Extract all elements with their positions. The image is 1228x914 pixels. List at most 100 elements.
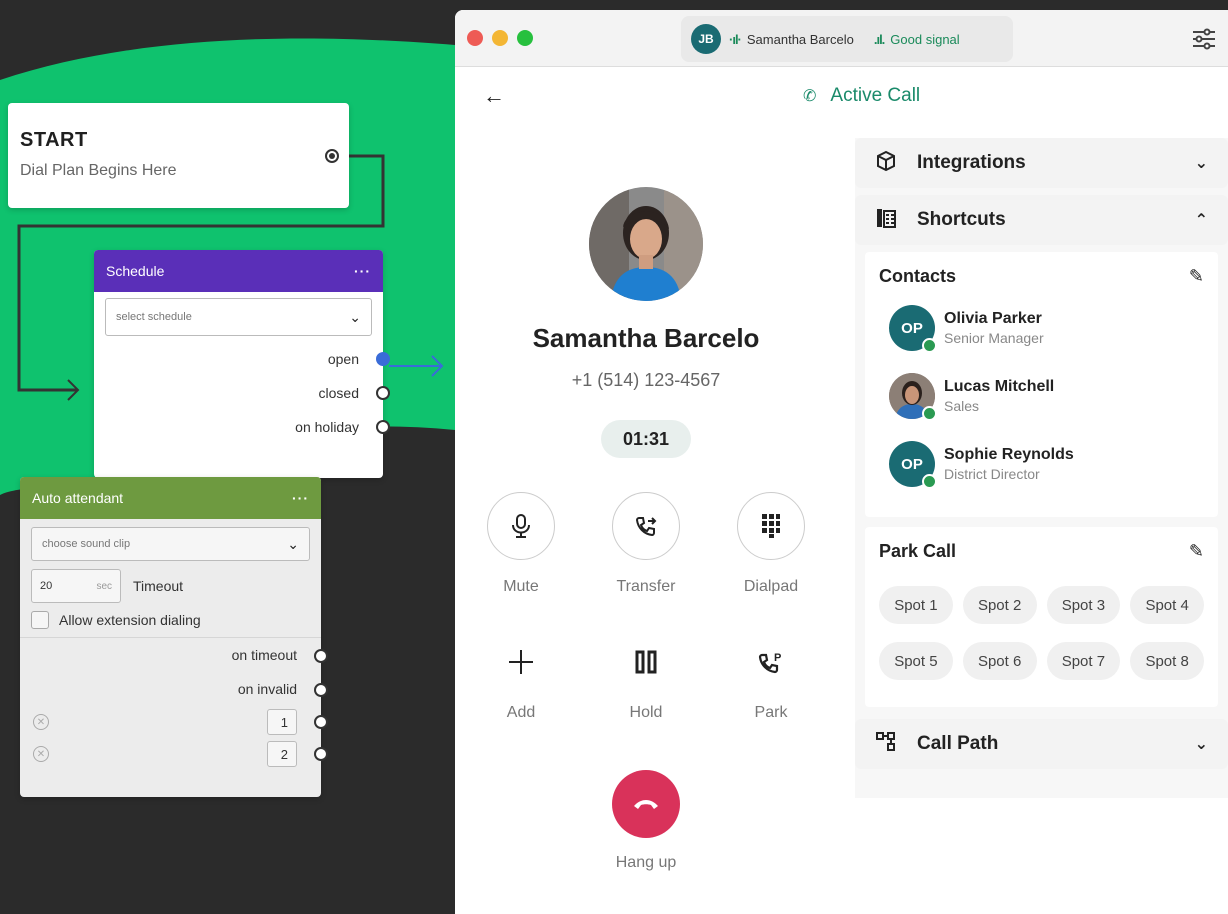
contact-item[interactable]: OP Olivia Parker Senior Manager <box>889 301 1204 355</box>
park-spot-button[interactable]: Spot 8 <box>1130 642 1204 680</box>
hold-icon <box>635 650 657 674</box>
hold-button[interactable] <box>612 628 680 696</box>
start-title: START <box>20 129 88 151</box>
sound-clip-select[interactable]: choose sound clip ⌄ <box>31 527 310 561</box>
dialpad-icon <box>762 514 780 538</box>
schedule-select[interactable]: select schedule ⌄ <box>105 298 372 336</box>
call-path-section-header[interactable]: Call Path ⌄ <box>855 719 1228 769</box>
call-app-window: JB ·ıl· Samantha Barcelo .ıl. Good signa… <box>455 10 1228 914</box>
start-node[interactable]: START Dial Plan Begins Here <box>8 103 349 208</box>
digit-row-2: ✕ 2 <box>20 738 328 770</box>
park-spot-button[interactable]: Spot 6 <box>962 642 1037 680</box>
audio-wave-icon: ·ıl· <box>729 31 742 47</box>
output-port[interactable] <box>314 747 328 761</box>
park-spot-button[interactable]: Spot 2 <box>962 586 1037 624</box>
park-spot-button[interactable]: Spot 1 <box>879 586 953 624</box>
maximize-window-button[interactable] <box>517 30 533 46</box>
chevron-down-icon: ⌄ <box>287 535 299 552</box>
timeout-input[interactable]: 20 sec <box>31 569 121 603</box>
caller-photo <box>589 187 703 301</box>
pencil-icon[interactable]: ✎ <box>1189 266 1204 287</box>
call-path-title: Call Path <box>917 733 999 754</box>
dialpad-label: Dialpad <box>743 578 799 595</box>
hangup-label: Hang up <box>615 854 677 871</box>
schedule-title: Schedule <box>106 263 165 279</box>
current-call-pill[interactable]: JB ·ıl· Samantha Barcelo .ıl. Good signa… <box>681 16 1013 62</box>
close-window-button[interactable] <box>467 30 483 46</box>
chevron-up-icon: ⌃ <box>1194 212 1208 229</box>
shortcuts-panel: Integrations ⌄ Shortcuts ⌃ Contacts ✎ OP… <box>855 138 1228 798</box>
schedule-menu-icon[interactable]: ··· <box>354 263 371 279</box>
dialpad-button[interactable] <box>737 492 805 560</box>
contact-item[interactable]: OP Sophie Reynolds District Director <box>889 437 1204 491</box>
mute-button[interactable] <box>487 492 555 560</box>
contact-item[interactable]: Lucas Mitchell Sales <box>889 369 1204 423</box>
mute-label: Mute <box>503 578 539 595</box>
park-icon: P <box>758 652 781 674</box>
svg-text:P: P <box>774 652 781 664</box>
signal-bars-icon: .ıl. <box>873 31 885 47</box>
output-port[interactable] <box>376 352 390 366</box>
integrations-section-header[interactable]: Integrations ⌄ <box>855 138 1228 188</box>
start-output-port[interactable] <box>325 149 339 163</box>
shortcuts-section-header[interactable]: Shortcuts ⌃ <box>855 195 1228 245</box>
auto-attendant-menu-icon[interactable]: ··· <box>292 490 309 506</box>
minimize-window-button[interactable] <box>492 30 508 46</box>
add-button[interactable] <box>487 628 555 696</box>
contacts-header: Contacts ✎ <box>879 266 1204 287</box>
output-port[interactable] <box>376 386 390 400</box>
timeout-label: Timeout <box>133 578 184 594</box>
hold-label: Hold <box>629 704 663 721</box>
schedule-header: Schedule ··· <box>94 250 383 292</box>
pencil-icon[interactable]: ✎ <box>1189 541 1204 562</box>
add-label: Add <box>506 704 536 721</box>
park-call-card: Park Call ✎ Spot 1 Spot 2 Spot 3 Spot 4 … <box>865 527 1218 707</box>
transfer-button[interactable] <box>612 492 680 560</box>
contact-avatar: OP <box>889 441 937 489</box>
contacts-title: Contacts <box>879 266 957 286</box>
dialpad-control: Dialpad <box>711 492 831 596</box>
contact-name: Olivia Parker <box>944 310 1042 327</box>
title-bar: JB ·ıl· Samantha Barcelo .ıl. Good signa… <box>455 10 1228 67</box>
schedule-select-placeholder: select schedule <box>116 311 192 323</box>
window-controls <box>467 30 533 46</box>
call-path-icon <box>875 731 901 758</box>
output-label: closed <box>318 385 359 401</box>
park-spot-button[interactable]: Spot 7 <box>1046 642 1121 680</box>
output-port[interactable] <box>376 420 390 434</box>
building-icon <box>875 207 901 234</box>
chevron-down-icon: ⌄ <box>349 308 361 325</box>
hangup-button[interactable] <box>612 770 680 838</box>
contact-initials: OP <box>901 455 923 473</box>
contact-avatar <box>889 373 937 421</box>
remove-icon[interactable]: ✕ <box>33 714 49 730</box>
park-button[interactable]: P <box>737 628 805 696</box>
integrations-title: Integrations <box>917 152 1026 173</box>
transfer-control: Transfer <box>586 492 706 596</box>
hangup-icon <box>634 800 658 809</box>
remove-icon[interactable]: ✕ <box>33 746 49 762</box>
auto-attendant-node[interactable]: Auto attendant ··· choose sound clip ⌄ 2… <box>20 477 328 797</box>
park-spot-button[interactable]: Spot 5 <box>879 642 953 680</box>
output-port[interactable] <box>314 683 328 697</box>
contact-avatar: OP <box>889 305 937 353</box>
schedule-node[interactable]: Schedule ··· select schedule ⌄ open clos… <box>94 250 390 478</box>
settings-sliders-icon[interactable] <box>1192 28 1216 50</box>
digit-input[interactable]: 2 <box>267 741 297 767</box>
cube-icon <box>875 150 901 177</box>
online-status-icon <box>922 338 937 353</box>
auto-attendant-title: Auto attendant <box>32 490 124 506</box>
park-call-title: Park Call <box>879 541 957 561</box>
online-status-icon <box>922 406 937 421</box>
output-port[interactable] <box>314 715 328 729</box>
output-label: on invalid <box>237 681 297 697</box>
mute-icon <box>512 514 530 538</box>
park-call-header: Park Call ✎ <box>879 541 1204 562</box>
contact-role: Sales <box>944 398 980 414</box>
park-spot-button[interactable]: Spot 3 <box>1046 586 1121 624</box>
back-arrow-icon[interactable]: ← <box>483 83 505 109</box>
park-spot-button[interactable]: Spot 4 <box>1130 586 1204 624</box>
allow-extension-checkbox[interactable] <box>31 611 49 629</box>
output-port[interactable] <box>314 649 328 663</box>
digit-input[interactable]: 1 <box>267 709 297 735</box>
